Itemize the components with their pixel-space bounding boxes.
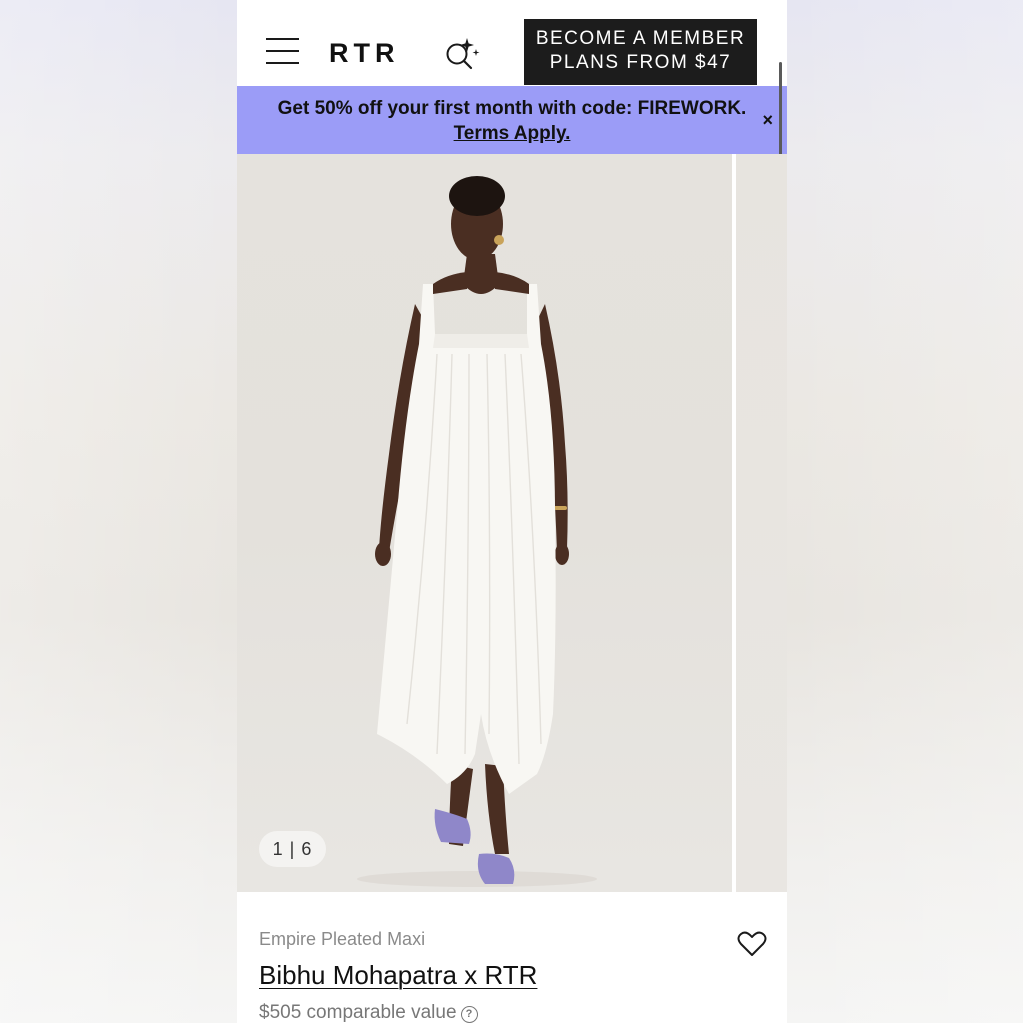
rtr-logo[interactable]: RTR — [329, 38, 400, 68]
product-name: Empire Pleated Maxi — [259, 929, 426, 949]
brand-link[interactable]: Bibhu Mohapatra x RTR — [259, 960, 537, 991]
terms-link[interactable]: Terms Apply. — [237, 121, 787, 146]
top-header: RTR BECOME A MEMBER PLANS FROM $47 — [237, 0, 787, 86]
scrollbar[interactable] — [779, 62, 782, 158]
product-photo[interactable]: 1 | 6 — [237, 154, 732, 892]
become-member-button[interactable]: BECOME A MEMBER PLANS FROM $47 — [524, 19, 757, 85]
heart-icon[interactable] — [737, 930, 767, 958]
help-icon[interactable]: ? — [460, 1006, 478, 1023]
image-gallery[interactable]: 1 | 6 — [237, 154, 787, 892]
price-text: $505 comparable value? — [259, 1002, 478, 1023]
cta-line-1: BECOME A MEMBER — [535, 28, 746, 49]
hamburger-icon[interactable] — [266, 38, 299, 64]
next-photo-peek[interactable] — [736, 154, 787, 892]
promo-banner: Get 50% off your first month with code: … — [237, 86, 787, 154]
promo-text: Get 50% off your first month with code: … — [277, 98, 747, 119]
cta-line-2: PLANS FROM $47 — [549, 52, 732, 73]
background-right — [787, 0, 1023, 1023]
background-left — [0, 0, 237, 1023]
product-page: RTR BECOME A MEMBER PLANS FROM $47 Get 5… — [237, 0, 787, 1023]
search-sparkle-icon[interactable] — [443, 36, 483, 72]
model-illustration — [357, 176, 597, 887]
price-label: $505 comparable value — [259, 1002, 457, 1023]
product-info: Empire Pleated Maxi Bibhu Mohapatra x RT… — [237, 892, 787, 1023]
close-icon[interactable]: × — [762, 108, 773, 133]
image-counter: 1 | 6 — [259, 831, 326, 867]
